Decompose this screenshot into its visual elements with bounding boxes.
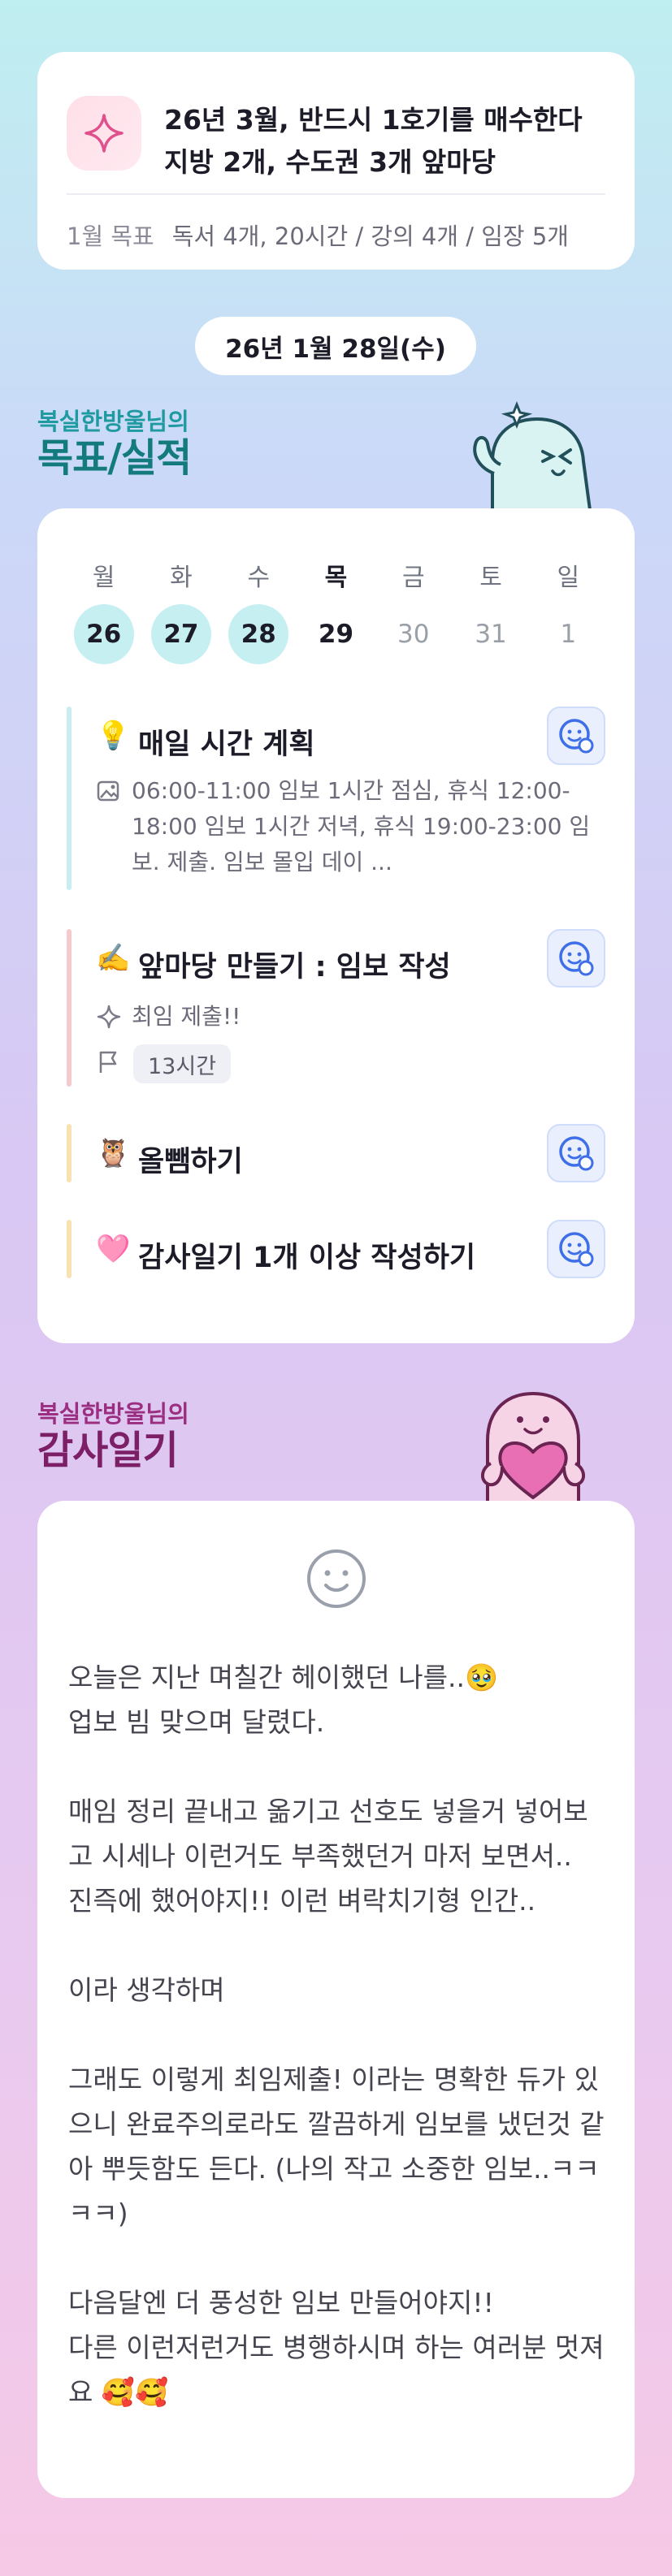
day-number: 26 (73, 604, 134, 664)
ghost-mascot-icon (473, 400, 592, 510)
date-label[interactable]: 26년 1월 28일(수) (195, 317, 476, 375)
smile-check-icon (559, 941, 594, 976)
smile-check-icon (559, 1136, 594, 1171)
task-title: 올뺌하기 (138, 1146, 243, 1178)
bulb-icon: 💡 (96, 720, 131, 752)
heart-mascot-icon (481, 1391, 585, 1506)
goal-section-title: 목표/실적 (37, 435, 192, 481)
task-item[interactable]: 💡 매일 시간 계획 06:00-11:00 임보 1시간 점심, 휴식 12:… (67, 707, 605, 890)
thanks-section-title: 감사일기 (37, 1428, 179, 1473)
month-goal-label: 1월 목표 (67, 223, 154, 250)
diary-text: 오늘은 지난 며칠간 헤이했던 나를..🥹 업보 빔 맞으며 달렸다. 매임 정… (68, 1662, 605, 2408)
day-cell[interactable]: 28 (220, 604, 297, 664)
weekday-label: 화 (170, 564, 193, 592)
day-cell-today[interactable]: 29 (297, 604, 375, 664)
task-bar (67, 1124, 72, 1182)
sparkle-icon (96, 1004, 122, 1040)
smile-check-icon (559, 1232, 594, 1267)
task-desc-text: 최임 제출!! (132, 1003, 241, 1030)
weekday-row: 월 화 수 목 금 토 일 (65, 557, 607, 593)
pink-heart-icon: 🩷 (96, 1233, 131, 1265)
flag-icon (96, 1049, 122, 1078)
weekday-label: 월 (92, 564, 115, 592)
day-number: 29 (318, 620, 354, 649)
weekday-label: 토 (479, 564, 502, 592)
task-title: 감사일기 1개 이상 작성하기 (138, 1242, 476, 1274)
goal-card-body: 월 화 수 목 금 토 일 26 27 28 29 30 31 1 💡 매일 시… (37, 508, 635, 1343)
smile-check-button[interactable] (547, 929, 605, 988)
smile-check-button[interactable] (547, 1220, 605, 1278)
task-desc-text: 06:00-11:00 임보 1시간 점심, 휴식 12:00-18:00 임보… (132, 777, 591, 875)
day-row: 26 27 28 29 30 31 1 (65, 604, 607, 664)
day-cell[interactable]: 1 (530, 604, 607, 664)
smile-check-button[interactable] (547, 1124, 605, 1182)
task-item[interactable]: 🦉 올뺌하기 (67, 1124, 605, 1182)
day-number: 31 (475, 620, 507, 649)
day-number: 28 (228, 604, 289, 664)
smile-check-icon (559, 719, 594, 754)
day-cell[interactable]: 30 (375, 604, 452, 664)
task-bar (67, 1220, 72, 1278)
task-item[interactable]: 🩷 감사일기 1개 이상 작성하기 (67, 1220, 605, 1278)
divider (67, 193, 605, 195)
owl-icon: 🦉 (96, 1137, 131, 1169)
day-number: 1 (560, 620, 577, 649)
goal-title: 26년 3월, 반드시 1호기를 매수한다 지방 2개, 수도권 3개 앞마당 (164, 104, 583, 178)
day-number: 27 (150, 604, 211, 664)
day-cell[interactable]: 26 (65, 604, 142, 664)
time-tag: 13시간 (133, 1044, 232, 1083)
image-icon (96, 778, 122, 815)
weekday-label-today: 목 (324, 564, 348, 592)
sparkle-icon (67, 96, 141, 171)
smile-check-button[interactable] (547, 707, 605, 765)
task-title: 매일 시간 계획 (138, 728, 315, 761)
month-goal: 1월 목표 독서 4개, 20시간 / 강의 4개 / 임장 5개 (67, 218, 569, 252)
day-cell[interactable]: 31 (452, 604, 529, 664)
smile-icon (306, 1548, 367, 1613)
task-title: 앞마당 만들기 : 임보 작성 (138, 951, 451, 983)
task-bar (67, 707, 72, 890)
day-cell[interactable]: 27 (142, 604, 219, 664)
day-number: 30 (397, 620, 430, 649)
goal-card[interactable]: 26년 3월, 반드시 1호기를 매수한다 지방 2개, 수도권 3개 앞마당 … (37, 52, 635, 270)
thanks-diary-card[interactable]: 오늘은 지난 며칠간 헤이했던 나를..🥹 업보 빔 맞으며 달렸다. 매임 정… (37, 1501, 635, 2498)
task-bar (67, 929, 72, 1087)
weekday-label: 일 (557, 564, 580, 592)
month-goal-detail: 독서 4개, 20시간 / 강의 4개 / 임장 5개 (171, 223, 569, 250)
weekday-label: 수 (247, 564, 270, 592)
task-item[interactable]: ✍️ 앞마당 만들기 : 임보 작성 최임 제출!! 13시간 (67, 929, 605, 1087)
writing-hand-icon: ✍️ (96, 942, 131, 975)
weekday-label: 금 (401, 564, 425, 592)
